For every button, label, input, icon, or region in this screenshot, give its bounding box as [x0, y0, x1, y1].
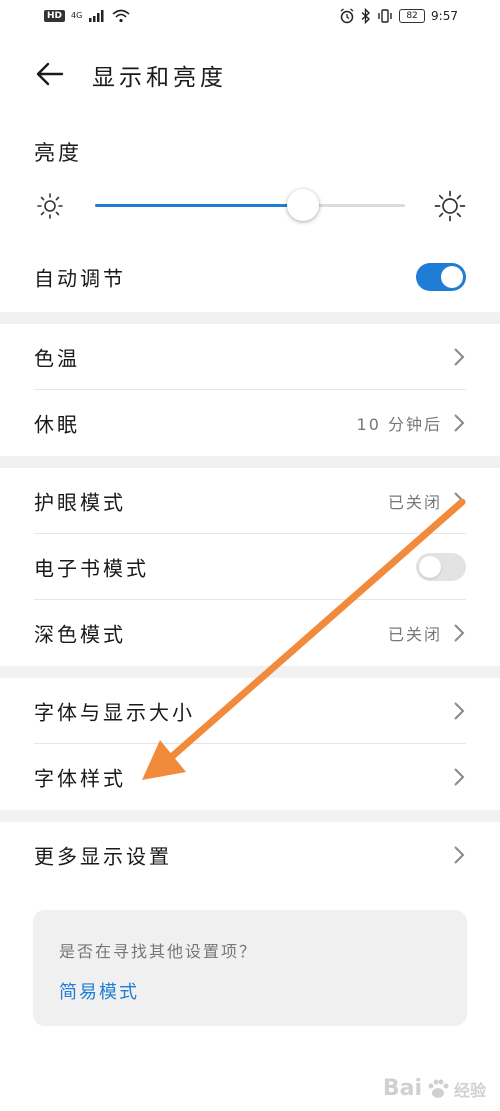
toggle-knob: [419, 556, 441, 578]
baidu-watermark: Bai 经验: [383, 1076, 486, 1101]
chevron-right-icon: [454, 624, 465, 642]
dark-mode-label: 深色模式: [34, 622, 126, 647]
help-card: 是否在寻找其他设置项？ 简易模式: [33, 910, 467, 1026]
section-gap: [0, 666, 500, 678]
header: 显示和亮度: [0, 48, 500, 100]
row-sleep[interactable]: 休眠 10 分钟后: [0, 390, 500, 456]
row-font-style[interactable]: 字体样式: [0, 744, 500, 810]
eye-comfort-value: 已关闭: [387, 493, 442, 512]
toggle-knob: [441, 266, 463, 288]
clock: 9:57: [431, 9, 458, 23]
row-font-size[interactable]: 字体与显示大小: [0, 678, 500, 744]
brightness-title: 亮度: [34, 141, 82, 165]
chevron-right-icon: [454, 768, 465, 786]
hd-badge: HD: [44, 10, 66, 22]
watermark-suffix: 经验: [453, 1080, 486, 1100]
sleep-label: 休眠: [34, 412, 80, 437]
chevron-right-icon: [454, 702, 465, 720]
ebook-mode-label: 电子书模式: [34, 556, 149, 581]
more-display-label: 更多显示设置: [34, 844, 172, 869]
chevron-right-icon: [454, 414, 465, 432]
network-type: 4G: [71, 11, 83, 20]
status-left: HD 4G: [44, 9, 130, 23]
sun-bright-icon: [434, 190, 466, 222]
vibrate-icon: [378, 9, 392, 23]
page-title: 显示和亮度: [92, 65, 227, 91]
battery-icon: 82: [399, 9, 426, 23]
signal-icon: [89, 10, 104, 22]
alarm-icon: [340, 8, 354, 24]
bluetooth-icon: [361, 8, 371, 24]
slider-track[interactable]: [95, 189, 405, 221]
simple-mode-link[interactable]: 简易模式: [59, 978, 139, 1004]
row-color-temperature[interactable]: 色温: [0, 324, 500, 390]
sun-dim-icon: [37, 193, 63, 219]
section-gap: [0, 312, 500, 324]
font-size-label: 字体与显示大小: [34, 700, 195, 725]
section-gap: [0, 810, 500, 822]
auto-adjust-label: 自动调节: [34, 266, 126, 291]
font-style-label: 字体样式: [34, 766, 126, 791]
status-bar: HD 4G 82 9:57: [0, 0, 500, 36]
eye-comfort-label: 护眼模式: [34, 490, 126, 515]
help-question: 是否在寻找其他设置项？: [59, 942, 258, 961]
slider-thumb[interactable]: [286, 189, 319, 221]
ebook-mode-toggle[interactable]: [416, 553, 466, 581]
row-ebook-mode[interactable]: 电子书模式: [0, 534, 500, 600]
section-gap: [0, 456, 500, 468]
color-temperature-label: 色温: [34, 346, 80, 371]
watermark-text: Bai: [382, 1076, 422, 1101]
row-eye-comfort[interactable]: 护眼模式 已关闭: [0, 468, 500, 534]
auto-adjust-toggle[interactable]: [416, 263, 466, 291]
brightness-slider[interactable]: [0, 184, 500, 230]
back-arrow-icon[interactable]: [34, 58, 66, 90]
row-auto-adjust[interactable]: 自动调节: [0, 244, 500, 310]
sleep-value: 10 分钟后: [356, 415, 442, 434]
row-dark-mode[interactable]: 深色模式 已关闭: [0, 600, 500, 666]
row-more-display[interactable]: 更多显示设置: [0, 822, 500, 888]
status-right: 82 9:57: [339, 8, 458, 24]
slider-fill: [95, 204, 303, 207]
battery-level: 82: [406, 11, 418, 21]
chevron-right-icon: [454, 492, 465, 510]
wifi-icon: [112, 9, 130, 23]
paw-icon: [428, 1079, 449, 1098]
chevron-right-icon: [454, 846, 465, 864]
dark-mode-value: 已关闭: [387, 625, 442, 644]
chevron-right-icon: [454, 348, 465, 366]
